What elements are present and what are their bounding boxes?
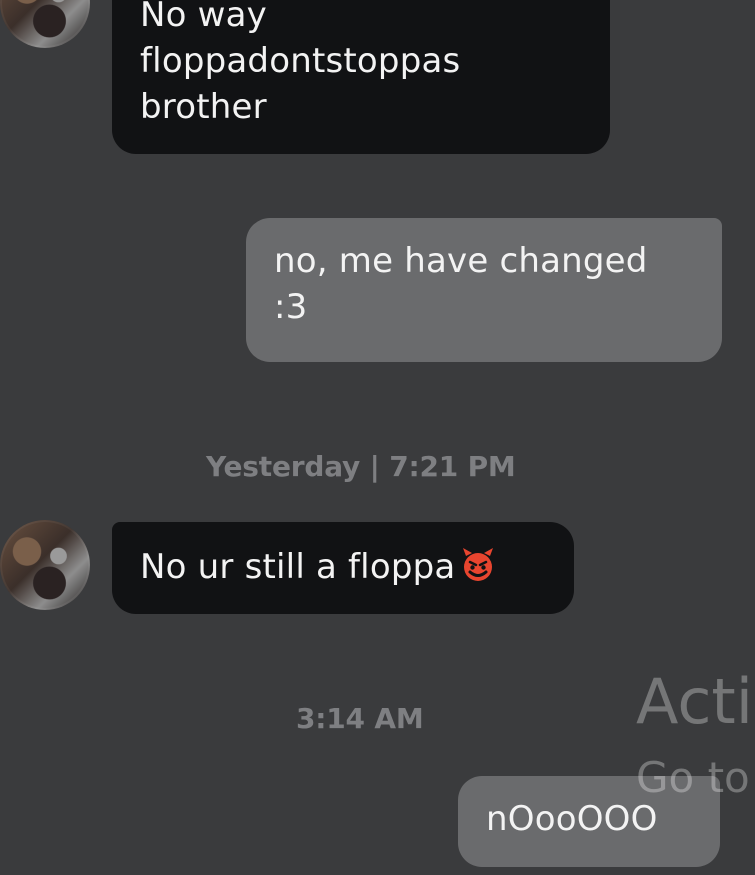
message-bubble-outgoing[interactable]: nOooOOO	[458, 776, 720, 867]
message-text: no, me have changed :3	[274, 241, 648, 327]
timestamp: Yesterday | 7:21 PM	[206, 450, 516, 483]
avatar[interactable]	[0, 520, 90, 610]
message-text: nOooOOO	[486, 799, 658, 839]
avatar[interactable]	[0, 0, 90, 48]
message-bubble-incoming[interactable]: No way floppadontstoppas brother	[112, 0, 610, 154]
chat-thread: No way floppadontstoppas brother no, me …	[0, 0, 755, 875]
message-bubble-outgoing[interactable]: no, me have changed :3	[246, 218, 722, 362]
watermark-title: Acti	[636, 665, 753, 738]
message-bubble-incoming[interactable]: No ur still a floppa	[112, 522, 574, 614]
smiling-imp-emoji	[459, 546, 497, 584]
timestamp: 3:14 AM	[296, 702, 424, 735]
message-text: No ur still a floppa	[140, 547, 456, 587]
message-text: No way floppadontstoppas brother	[140, 0, 461, 127]
